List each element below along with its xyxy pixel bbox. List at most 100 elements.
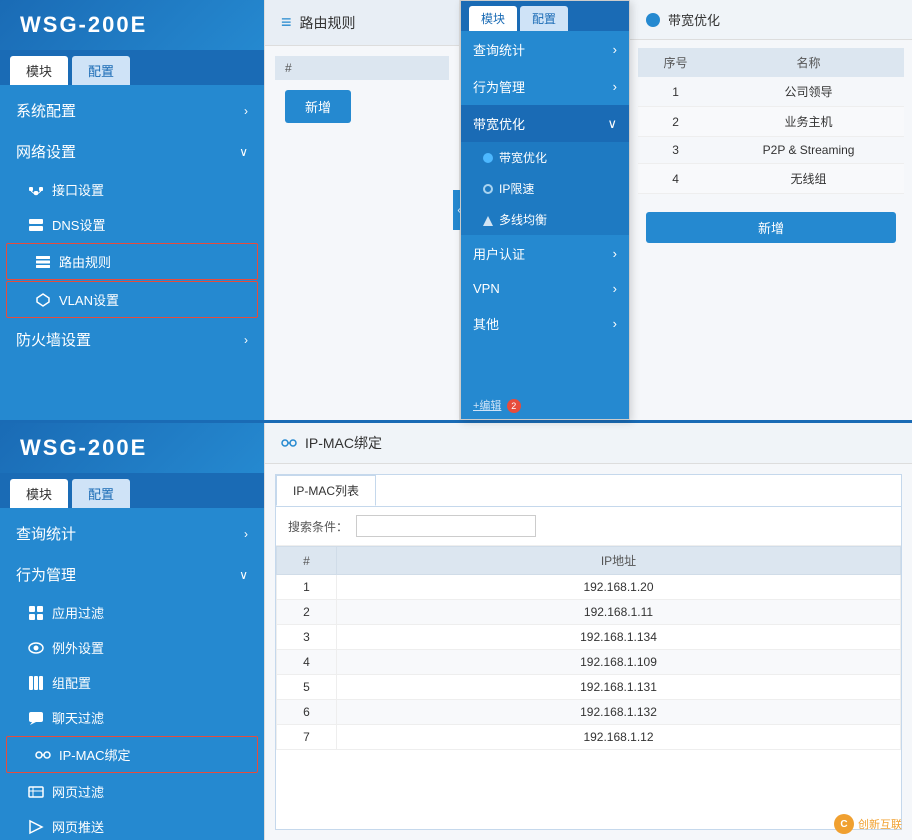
route-rules-icon: ≡ [281, 12, 292, 33]
bottom-right-header: IP-MAC绑定 [265, 423, 912, 464]
nav-route-rules[interactable]: 路由规则 [6, 243, 258, 280]
top-right-header: 带宽优化 [630, 0, 912, 40]
eye-icon [28, 640, 44, 656]
grid-icon [28, 605, 44, 621]
dropdown-vpn[interactable]: VPN › [461, 272, 629, 305]
nav-group-config[interactable]: 组配置 [0, 665, 264, 700]
table-row: 3P2P & Streaming [638, 137, 904, 164]
arrow-icon: › [613, 246, 617, 261]
nav-label: VPN [473, 281, 500, 296]
ip-mac-box: IP-MAC列表 搜索条件： # IP地址 1192.168.1.202192.… [275, 474, 902, 830]
vlan-icon [35, 292, 51, 308]
dropdown-other[interactable]: 其他 › [461, 305, 629, 342]
table-row: 1公司领导 [638, 77, 904, 107]
arrow-icon: › [244, 527, 248, 541]
tab-config-top-left[interactable]: 配置 [72, 56, 130, 85]
col-name: 名称 [713, 48, 904, 77]
tab-module-bottom-left[interactable]: 模块 [10, 479, 68, 508]
cell-id: 3 [638, 137, 713, 164]
nav-app-filter[interactable]: 应用过滤 [0, 595, 264, 630]
table-row: 5192.168.1.131 [277, 675, 901, 700]
dropdown-multiline-balance[interactable]: 多线均衡 [461, 204, 629, 235]
dropdown-query-stats[interactable]: 查询统计 › [461, 31, 629, 68]
add-bandwidth-button[interactable]: 新增 [646, 212, 896, 243]
dropdown-bandwidth-opt-sub[interactable]: 带宽优化 [461, 142, 629, 173]
ip-mac-list-tab[interactable]: IP-MAC列表 [276, 475, 376, 506]
cell-name: P2P & Streaming [713, 137, 904, 164]
nav-label: 查询统计 [473, 40, 525, 59]
dropdown-user-auth[interactable]: 用户认证 › [461, 235, 629, 272]
nav-interface-settings[interactable]: 接口设置 [0, 172, 264, 207]
top-middle-content: # 新增 [265, 46, 459, 420]
watermark-icon: C [834, 814, 854, 834]
nav-label: 网络设置 [16, 141, 76, 162]
nav-exception-settings[interactable]: 例外设置 [0, 630, 264, 665]
network-icon [28, 182, 44, 198]
dropdown-tabs: 模块 配置 [461, 1, 629, 31]
dropdown-behavior-mgmt[interactable]: 行为管理 › [461, 68, 629, 105]
dropdown-bandwidth-opt[interactable]: 带宽优化 ∨ [461, 105, 629, 142]
dns-icon [28, 217, 44, 233]
nav-firewall-settings[interactable]: 防火墙设置 › [0, 319, 264, 360]
nav-item-label: IP-MAC绑定 [59, 745, 131, 764]
circle-outline-icon [483, 184, 493, 194]
nav-item-label: 网页推送 [52, 817, 104, 836]
cell-id: 1 [638, 77, 713, 107]
top-left-title: WSG-200E [0, 0, 264, 50]
nav-label: 系统配置 [16, 100, 76, 121]
nav-item-label: 聊天过滤 [52, 708, 104, 727]
nav-chat-filter[interactable]: 聊天过滤 [0, 700, 264, 735]
tab-config-bottom-left[interactable]: 配置 [72, 479, 130, 508]
arrow-icon: ∨ [239, 568, 248, 582]
col-ip: IP地址 [337, 547, 901, 575]
nav-system-config[interactable]: 系统配置 › [0, 90, 264, 131]
dropdown-nav: 查询统计 › 行为管理 › 带宽优化 ∨ 带宽优化 IP限速 [461, 31, 629, 391]
nav-query-stats-bottom[interactable]: 查询统计 › [0, 513, 264, 554]
cell-id: 3 [277, 625, 337, 650]
nav-web-push[interactable]: 网页推送 [0, 809, 264, 840]
ip-mac-table: # IP地址 1192.168.1.202192.168.1.113192.16… [276, 546, 901, 750]
dropdown-ip-speed[interactable]: IP限速 [461, 173, 629, 204]
top-right-info-panel: 带宽优化 序号 名称 1公司领导2业务主机3P2P & Streaming4无线… [630, 0, 912, 420]
tab-module-dropdown[interactable]: 模块 [469, 6, 517, 31]
nav-item-label: DNS设置 [52, 215, 105, 234]
link-icon [35, 747, 51, 763]
nav-label: 其他 [473, 314, 499, 333]
nav-network-settings[interactable]: 网络设置 ∨ [0, 131, 264, 172]
ip-mac-container: IP-MAC列表 搜索条件： # IP地址 1192.168.1.202192.… [265, 464, 912, 840]
nav-label: 行为管理 [16, 564, 76, 585]
nav-item-label: VLAN设置 [59, 290, 119, 309]
table-row: 7192.168.1.12 [277, 725, 901, 750]
tab-config-dropdown[interactable]: 配置 [520, 6, 568, 31]
nav-behavior-mgmt-bottom[interactable]: 行为管理 ∨ [0, 554, 264, 595]
cell-id: 7 [277, 725, 337, 750]
nav-item-label: IP限速 [499, 180, 534, 197]
nav-ip-mac-bind[interactable]: IP-MAC绑定 [6, 736, 258, 773]
nav-vlan-settings[interactable]: VLAN设置 [6, 281, 258, 318]
web-icon [28, 784, 44, 800]
top-right-table-container: 序号 名称 1公司领导2业务主机3P2P & Streaming4无线组 [630, 40, 912, 202]
route-rules-title: 路由规则 [300, 13, 356, 33]
nav-web-filter[interactable]: 网页过滤 [0, 774, 264, 809]
nav-item-label: 多线均衡 [499, 211, 547, 228]
top-left-nav: 系统配置 › 网络设置 ∨ 接口设置 DNS设置 路由规则 V [0, 85, 264, 420]
add-route-button[interactable]: 新增 [285, 90, 351, 123]
nav-dns-settings[interactable]: DNS设置 [0, 207, 264, 242]
tab-module-top-left[interactable]: 模块 [10, 56, 68, 85]
cell-name: 业务主机 [713, 107, 904, 137]
chat-icon [28, 710, 44, 726]
top-middle-panel: ≡ 路由规则 # 新增 ‹ [265, 0, 460, 420]
cell-ip: 192.168.1.132 [337, 700, 901, 725]
watermark-text: 创新互联 [858, 816, 902, 832]
nav-label: 防火墙设置 [16, 329, 91, 350]
bottom-left-panel: WSG-200E 模块 配置 查询统计 › 行为管理 ∨ 应用过滤 例外设置 [0, 423, 265, 840]
col-id: 序号 [638, 48, 713, 77]
nav-label: 查询统计 [16, 523, 76, 544]
bandwidth-table: 序号 名称 1公司领导2业务主机3P2P & Streaming4无线组 [638, 48, 904, 194]
search-input[interactable] [356, 515, 536, 537]
dropdown-footer[interactable]: +编辑 2 [461, 391, 629, 419]
ip-mac-tab-bar: IP-MAC列表 [276, 475, 901, 507]
nav-item-label: 带宽优化 [499, 149, 547, 166]
arrow-icon: › [613, 42, 617, 57]
nav-item-label: 网页过滤 [52, 782, 104, 801]
